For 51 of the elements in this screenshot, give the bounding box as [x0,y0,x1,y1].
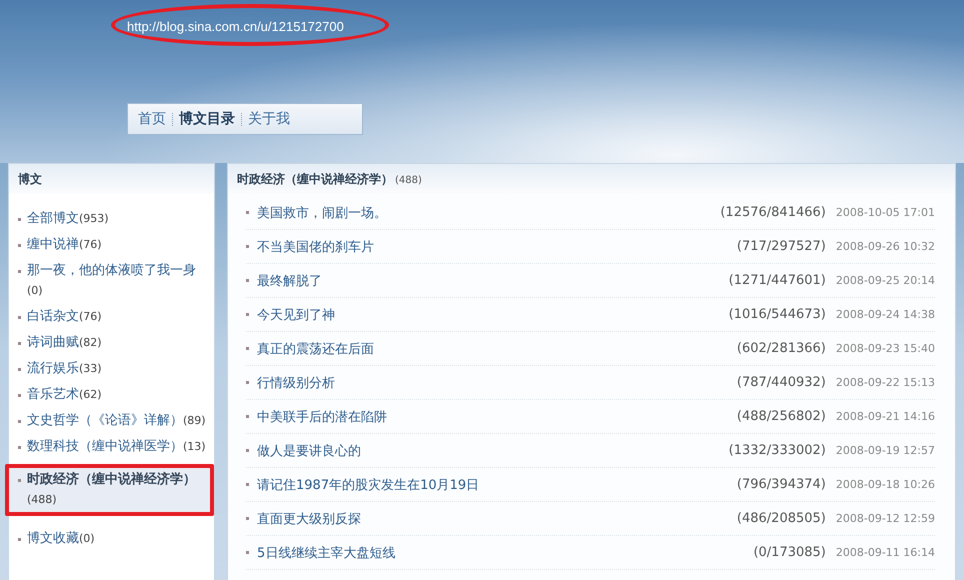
category-item[interactable]: 白话杂文(76) [9,304,214,330]
category-item[interactable]: 缠中说禅(76) [9,232,214,258]
article-stats: (0/173085) [753,545,826,560]
nav-link[interactable]: 博文目录 [179,110,235,128]
nav-link[interactable]: 关于我 [248,110,290,128]
article-date: 2008-09-11 16:14 [836,546,935,559]
article-link[interactable]: 最终解脱了 [257,272,729,290]
sidebar-title: 博文 [9,164,214,194]
article-stats: (488/256802) [736,409,826,424]
category-item[interactable]: 博文收藏(0) [9,526,214,552]
category-item[interactable]: 流行娱乐(33) [9,356,214,382]
article-stats: (717/297527) [736,239,826,254]
category-item[interactable]: 那一夜，他的体液喷了我一身 (0) [9,258,214,304]
article-stats: (1332/333002) [728,443,826,458]
blog-url[interactable]: http://blog.sina.com.cn/u/1215172700 [127,19,344,35]
article-date: 2008-09-22 15:13 [836,376,935,389]
nav-link[interactable]: 首页 [138,110,166,128]
article-date: 2008-09-26 10:32 [836,240,935,253]
article-link[interactable]: 真正的震荡还在后面 [257,340,737,358]
article-date: 2008-09-25 20:14 [836,274,935,287]
category-item[interactable]: 诗词曲赋(82) [9,330,214,356]
category-item[interactable]: 时政经济（缠中说禅经济学） (488) [5,464,214,516]
article-stats: (12576/841466) [720,205,826,220]
article-link[interactable]: 今天见到了神 [257,306,729,324]
article-stats: (1271/447601) [728,273,826,288]
article-stats: (1016/544673) [728,307,826,322]
article-link[interactable]: 5日线继续主宰大盘短线 [257,544,754,562]
category-item[interactable]: 文史哲学（《论语》详解）(89) [9,408,214,434]
article-link[interactable]: 美国救市，闹剧一场。 [257,204,720,222]
article-link[interactable]: 行情级别分析 [257,374,737,392]
panel-title: 时政经济（缠中说禅经济学） [237,172,393,186]
article-link[interactable]: 做人是要讲良心的 [257,442,729,460]
article-date: 2008-09-19 12:57 [836,444,935,457]
article-date: 2008-09-12 12:59 [836,512,935,525]
article-link[interactable]: 直面更大级别反探 [257,510,737,528]
article-stats: (787/440932) [736,375,826,390]
article-date: 2008-09-18 10:26 [836,478,935,491]
article-count: (488) [395,175,422,186]
category-item[interactable]: 全部博文(953) [9,206,214,232]
article-link[interactable]: 请记住1987年的股灾发生在10月19日 [257,476,737,494]
article-date: 2008-10-05 17:01 [836,206,935,219]
article-stats: (486/208505) [736,511,826,526]
article-link[interactable]: 不当美国佬的刹车片 [257,238,737,256]
article-link[interactable]: 中美联手后的潜在陷阱 [257,408,737,426]
article-stats: (602/281366) [736,341,826,356]
article-date: 2008-09-21 14:16 [836,410,935,423]
category-item[interactable]: 数理科技（缠中说禅医学）(13) [9,434,214,460]
article-stats: (796/394374) [736,477,826,492]
article-date: 2008-09-24 14:38 [836,308,935,321]
category-item[interactable]: 音乐艺术(62) [9,382,214,408]
article-date: 2008-09-23 15:40 [836,342,935,355]
